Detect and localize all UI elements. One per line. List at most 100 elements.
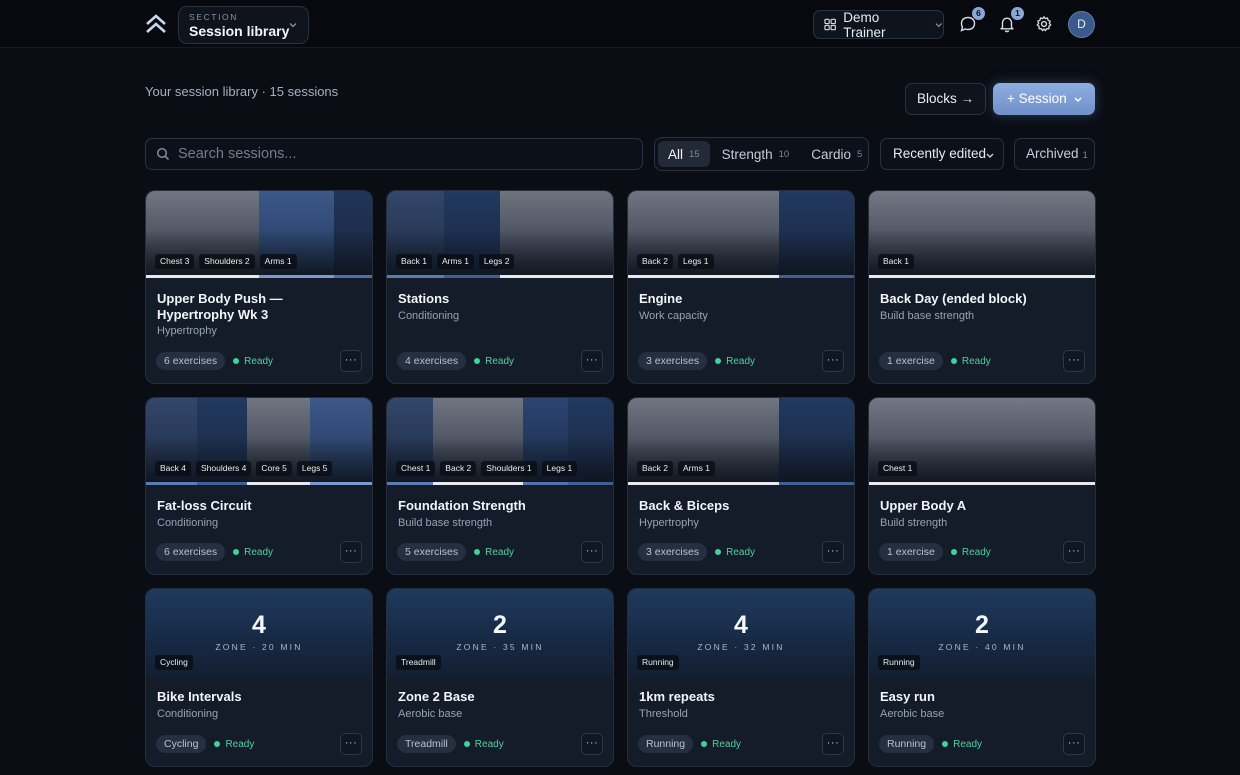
card-subtitle: Hypertrophy [639, 516, 699, 529]
session-card[interactable]: Chest 3 Shoulders 2 Arms 1 Upper Body Pu… [145, 190, 373, 384]
session-card[interactable]: Back 2 Arms 1 Back & Biceps Hypertrophy … [627, 397, 855, 575]
tab-count: 10 [778, 148, 790, 160]
settings-button[interactable] [1033, 13, 1055, 35]
exercise-count: 1 exercise [879, 543, 943, 561]
card-title: Bike Intervals [157, 689, 242, 704]
card-subtitle: Hypertrophy [157, 325, 217, 337]
muscle-chip: Legs 1 [678, 254, 714, 269]
card-hero: Back 1 Arms 1 Legs 2 [387, 191, 613, 278]
activity-chip: Treadmill [396, 655, 441, 670]
exercise-count: 3 exercises [638, 543, 708, 561]
activity-chip: Running [878, 655, 920, 670]
search-input[interactable] [178, 146, 618, 162]
archived-toggle[interactable]: Archived 1 [1014, 138, 1095, 170]
new-session-label: + Session [1007, 91, 1067, 106]
session-card[interactable]: Back 4 Shoulders 4 Core 5 Legs 5 Fat-los… [145, 397, 373, 575]
cardio-session-card[interactable]: 2 ZONE · 40 MIN Running Easy run Aerobic… [868, 588, 1096, 767]
tab-label: Strength [721, 146, 773, 162]
activity-pill: Running [879, 735, 935, 753]
more-options-button[interactable]: ··· [822, 541, 844, 563]
sort-label: Recently edited [893, 146, 987, 161]
session-card[interactable]: Back 2 Legs 1 Engine Work capacity 3 exe… [627, 190, 855, 384]
cardio-session-card[interactable]: 2 ZONE · 35 MIN Treadmill Zone 2 Base Ae… [386, 588, 614, 767]
card-subtitle: Threshold [639, 707, 688, 720]
double-chevron-up-icon[interactable] [144, 12, 168, 36]
user-avatar[interactable]: D [1068, 11, 1095, 38]
card-hero: Chest 1 Back 2 Shoulders 1 Legs 1 [387, 398, 613, 485]
status-badge: Ready [701, 739, 741, 750]
status-badge: Ready [942, 739, 982, 750]
card-subtitle: Aerobic base [398, 707, 463, 720]
session-card[interactable]: Back 1 Back Day (ended block) Build base… [868, 190, 1096, 384]
card-hero: 2 ZONE · 40 MIN Running [869, 589, 1095, 679]
muscle-chip: Back 1 [396, 254, 432, 269]
status-badge: Ready [950, 356, 991, 367]
zone-duration: ZONE · 35 MIN [456, 642, 544, 652]
more-options-button[interactable]: ··· [822, 350, 844, 372]
section-select[interactable]: SECTION Session library [178, 6, 309, 44]
more-options-button[interactable]: ··· [581, 733, 603, 755]
library-count: Your session library · 15 sessions [145, 84, 339, 99]
card-subtitle: Build base strength [880, 309, 975, 322]
card-hero: 4 ZONE · 32 MIN Running [628, 589, 854, 679]
muscle-chip: Chest 3 [155, 254, 195, 269]
messages-badge: 6 [972, 7, 985, 20]
tab-cardio[interactable]: Cardio 5 [801, 141, 872, 167]
section-value: Session library [189, 23, 290, 39]
status-badge: Ready [715, 547, 755, 558]
more-options-button[interactable]: ··· [340, 733, 362, 755]
search-box [145, 138, 643, 170]
trainer-switcher-button[interactable]: Demo Trainer [813, 10, 944, 40]
status-badge: Ready [715, 356, 755, 367]
archived-label: Archived [1026, 146, 1079, 161]
more-options-button[interactable]: ··· [822, 733, 844, 755]
more-options-button[interactable]: ··· [1063, 733, 1085, 755]
more-options-button[interactable]: ··· [340, 350, 362, 372]
card-title: Upper Body Push — Hypertrophy Wk 3 [157, 291, 283, 322]
card-subtitle: Conditioning [157, 707, 219, 720]
status-badge: Ready [474, 547, 514, 558]
card-title: Fat-loss Circuit [157, 498, 252, 513]
chevron-down-icon [289, 23, 297, 28]
muscle-chip: Back 2 [637, 461, 673, 476]
tab-strength[interactable]: Strength 10 [712, 141, 800, 167]
card-hero: Back 2 Arms 1 [628, 398, 854, 485]
sort-select[interactable]: Recently edited [880, 138, 1004, 170]
more-options-button[interactable]: ··· [1063, 350, 1085, 372]
session-card[interactable]: Chest 1 Upper Body A Build strength 1 ex… [868, 397, 1096, 575]
exercise-count: 6 exercises [156, 352, 226, 370]
more-options-button[interactable]: ··· [581, 541, 603, 563]
activity-pill: Running [638, 735, 694, 753]
muscle-chip: Back 2 [440, 461, 477, 476]
exercise-count: 6 exercises [156, 543, 226, 561]
muscle-chip: Chest 1 [396, 461, 436, 476]
chevron-down-icon [986, 153, 994, 158]
card-subtitle: Conditioning [398, 309, 460, 322]
muscle-chip: Back 4 [155, 461, 191, 476]
session-card[interactable]: Back 1 Arms 1 Legs 2 Stations Conditioni… [386, 190, 614, 384]
zone-number: 4 [252, 611, 266, 639]
status-badge: Ready [233, 547, 273, 558]
muscle-chip: Core 5 [256, 461, 292, 476]
card-title: Upper Body A [880, 498, 967, 513]
more-options-button[interactable]: ··· [1063, 541, 1085, 563]
notifications-button[interactable]: 1 [996, 7, 1024, 35]
cardio-session-card[interactable]: 4 ZONE · 20 MIN Cycling Bike Intervals C… [145, 588, 373, 767]
zone-number: 2 [493, 611, 507, 639]
cardio-session-card[interactable]: 4 ZONE · 32 MIN Running 1km repeats Thre… [627, 588, 855, 767]
tab-all[interactable]: All 15 [658, 141, 710, 167]
more-options-button[interactable]: ··· [581, 350, 603, 372]
exercise-count: 4 exercises [397, 352, 467, 370]
more-options-button[interactable]: ··· [340, 541, 362, 563]
status-badge: Ready [950, 547, 991, 558]
messages-button[interactable]: 6 [957, 7, 985, 35]
card-title: Back Day (ended block) [880, 291, 1027, 306]
new-session-button[interactable]: + Session [993, 83, 1095, 115]
zone-duration: ZONE · 40 MIN [938, 642, 1026, 652]
session-card[interactable]: Chest 1 Back 2 Shoulders 1 Legs 1 Founda… [386, 397, 614, 575]
blocks-button[interactable]: Blocks → [905, 83, 986, 115]
zone-number: 4 [734, 611, 748, 639]
type-filter-tabs: All 15 Strength 10 Cardio 5 [654, 137, 869, 171]
activity-chip: Cycling [155, 655, 193, 670]
exercise-count: 1 exercise [879, 352, 943, 370]
